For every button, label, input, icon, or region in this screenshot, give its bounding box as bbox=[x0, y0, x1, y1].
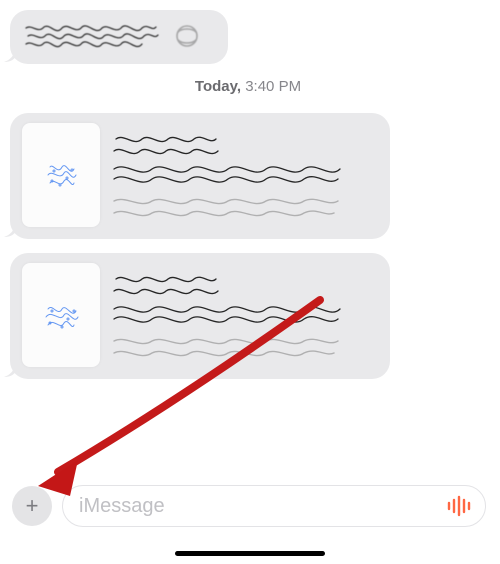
bubble-tail-icon bbox=[4, 363, 18, 377]
redacted-content bbox=[112, 263, 378, 378]
compose-bar: + iMessage bbox=[0, 480, 500, 532]
redacted-content bbox=[24, 22, 210, 52]
message-thread: Today, 3:40 PM bbox=[0, 0, 500, 379]
timestamp-time: 3:40 PM bbox=[245, 78, 301, 95]
attachment-thumbnail[interactable] bbox=[22, 123, 100, 227]
received-message-bubble[interactable] bbox=[10, 253, 390, 379]
message-input[interactable]: iMessage bbox=[62, 485, 486, 527]
timestamp-day: Today, bbox=[195, 78, 241, 95]
plus-icon: + bbox=[26, 495, 39, 517]
home-indicator[interactable] bbox=[175, 551, 325, 556]
timestamp-label: Today, 3:40 PM bbox=[10, 78, 486, 95]
bubble-tail-icon bbox=[4, 223, 18, 237]
received-message-bubble[interactable] bbox=[10, 113, 390, 239]
redacted-content bbox=[112, 123, 378, 238]
attachment-thumbnail[interactable] bbox=[22, 263, 100, 367]
message-input-placeholder: iMessage bbox=[79, 495, 165, 518]
plus-button[interactable]: + bbox=[12, 486, 52, 526]
bubble-tail-icon bbox=[4, 48, 18, 62]
received-message-bubble[interactable] bbox=[10, 10, 228, 64]
voice-waveform-icon[interactable] bbox=[447, 495, 473, 517]
